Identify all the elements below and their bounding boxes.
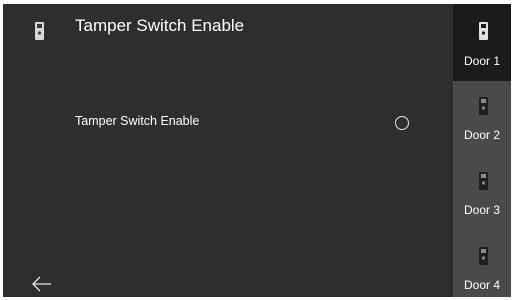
door-intercom-icon: [479, 172, 488, 190]
door-intercom-icon: [35, 22, 44, 40]
tab-door-2-label: Door 2: [463, 128, 501, 142]
tamper-switch-radio[interactable]: [395, 116, 409, 130]
tab-door-2[interactable]: Door 2: [453, 81, 511, 158]
tab-door-3-label: Door 3: [463, 203, 501, 217]
tab-door-4[interactable]: Door 4: [453, 235, 511, 297]
tamper-switch-label: Tamper Switch Enable: [75, 114, 200, 128]
tab-door-4-label: Door 4: [463, 278, 501, 292]
tab-door-1[interactable]: Door 1: [453, 4, 511, 81]
main-panel: Tamper Switch Enable Tamper Switch Enabl…: [3, 4, 453, 297]
page-title: Tamper Switch Enable: [75, 16, 245, 35]
tab-door-1-label: Door 1: [463, 54, 501, 68]
door-intercom-icon: [479, 22, 488, 40]
door-intercom-icon: [479, 247, 488, 265]
door-intercom-icon: [479, 97, 488, 115]
tamper-switch-setting-row[interactable]: Tamper Switch Enable: [3, 104, 453, 140]
back-arrow-icon[interactable]: [31, 274, 53, 294]
tab-door-3[interactable]: Door 3: [453, 158, 511, 235]
door-side-nav: Door 1 Door 2 Door 3 Door 4: [453, 4, 511, 297]
screen: Tamper Switch Enable Tamper Switch Enabl…: [3, 4, 511, 297]
